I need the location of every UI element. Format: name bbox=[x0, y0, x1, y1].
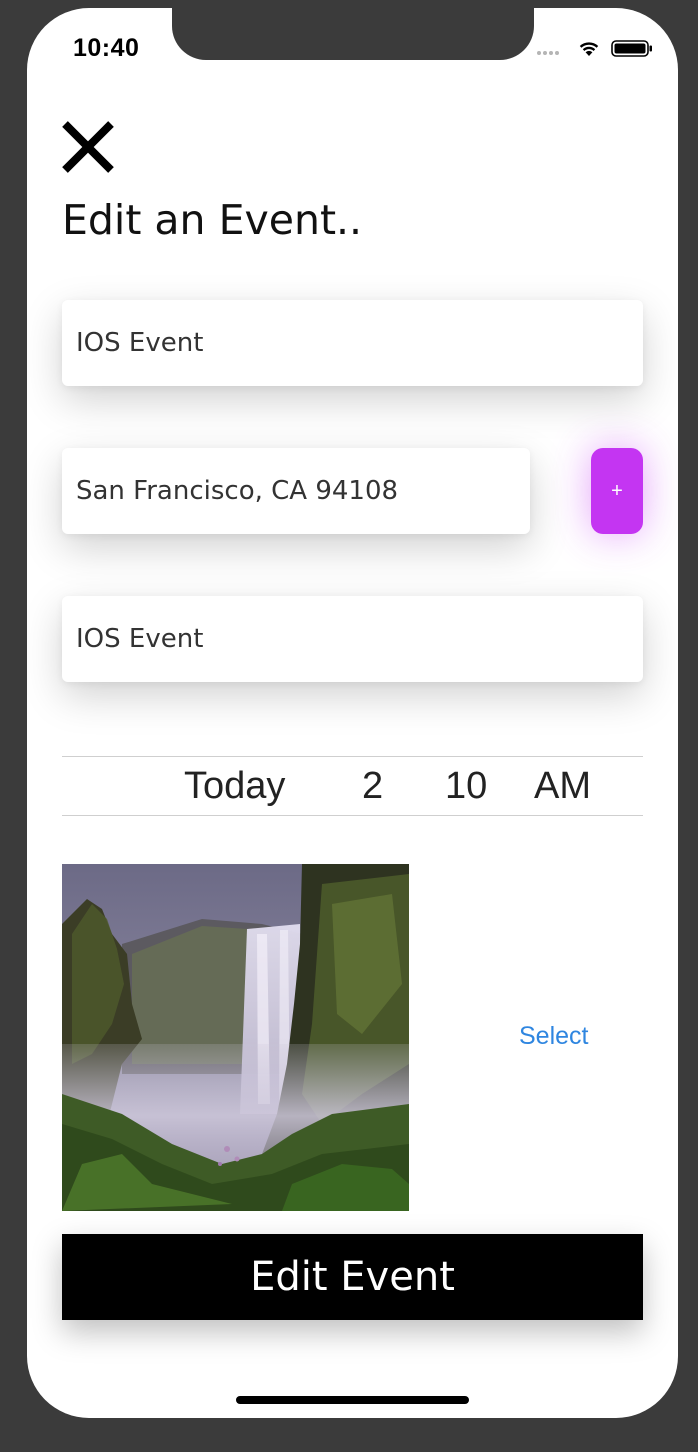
event-image bbox=[62, 864, 409, 1211]
picker-ampm[interactable]: AM bbox=[534, 765, 591, 808]
edit-event-button[interactable]: Edit Event bbox=[62, 1234, 643, 1320]
picker-minute[interactable]: 10 bbox=[445, 765, 487, 808]
app-screen: 10:40 Edit an Event.. IOS Event San Fran… bbox=[27, 8, 678, 1418]
date-time-picker[interactable]: Today 2 10 AM bbox=[62, 756, 643, 816]
add-location-button[interactable]: + bbox=[591, 448, 643, 534]
status-time: 10:40 bbox=[73, 34, 140, 62]
close-icon bbox=[62, 121, 114, 173]
close-button[interactable] bbox=[61, 120, 117, 176]
event-title-field[interactable]: IOS Event bbox=[62, 300, 643, 386]
signal-icon bbox=[537, 47, 561, 58]
status-icons bbox=[537, 38, 657, 60]
location-field[interactable]: San Francisco, CA 94108 bbox=[62, 448, 530, 534]
wifi-icon bbox=[579, 42, 599, 56]
battery-icon bbox=[611, 40, 652, 57]
select-image-button[interactable]: Select bbox=[519, 1022, 588, 1051]
page-title: Edit an Event.. bbox=[62, 196, 363, 244]
device-frame: 10:40 Edit an Event.. IOS Event San Fran… bbox=[0, 0, 698, 1452]
picker-hour[interactable]: 2 bbox=[362, 765, 383, 808]
notch bbox=[172, 8, 534, 60]
home-indicator[interactable] bbox=[236, 1396, 469, 1404]
picker-day[interactable]: Today bbox=[184, 765, 285, 808]
event-description-field[interactable]: IOS Event bbox=[62, 596, 643, 682]
